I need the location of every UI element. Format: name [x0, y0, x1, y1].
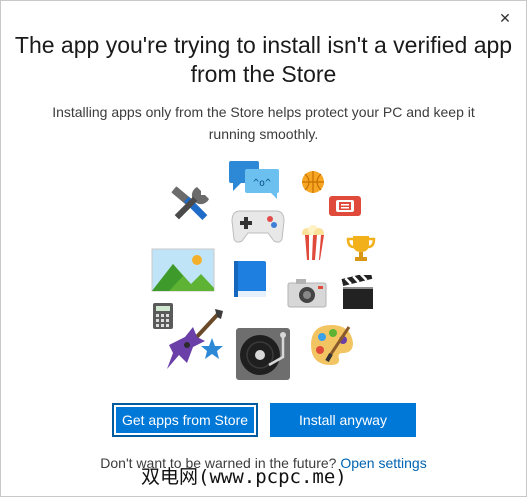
gamepad-icon — [231, 210, 285, 243]
open-settings-link[interactable]: Open settings — [340, 455, 426, 471]
clapperboard-icon — [341, 275, 373, 309]
popcorn-icon — [302, 225, 324, 260]
close-icon: ✕ — [499, 9, 511, 26]
book-icon — [234, 261, 266, 297]
unverified-app-dialog: ✕ The app you're trying to install isn't… — [0, 0, 527, 497]
app-icons-illustration: ^o^ — [1, 151, 527, 381]
watermark: 双电网(www.pcpc.me) — [141, 466, 347, 488]
close-button[interactable]: ✕ — [494, 7, 516, 29]
landscape-photo-icon — [151, 248, 215, 292]
trophy-icon — [346, 236, 376, 261]
ticket-icon — [329, 196, 361, 216]
dialog-subtitle: Installing apps only from the Store help… — [52, 104, 475, 142]
basketball-icon — [302, 171, 324, 193]
dialog-title: The app you're trying to install isn't a… — [14, 32, 513, 87]
chat-bubbles-icon: ^o^ — [229, 161, 279, 199]
tools-icon — [171, 186, 209, 221]
turntable-icon — [236, 328, 290, 380]
star-icon — [201, 338, 223, 359]
install-anyway-button[interactable]: Install anyway — [270, 403, 416, 437]
chat-bubble-text: ^o^ — [253, 178, 271, 189]
get-apps-from-store-button[interactable]: Get apps from Store — [112, 403, 258, 437]
camera-icon — [287, 279, 327, 308]
palette-icon — [311, 325, 353, 365]
